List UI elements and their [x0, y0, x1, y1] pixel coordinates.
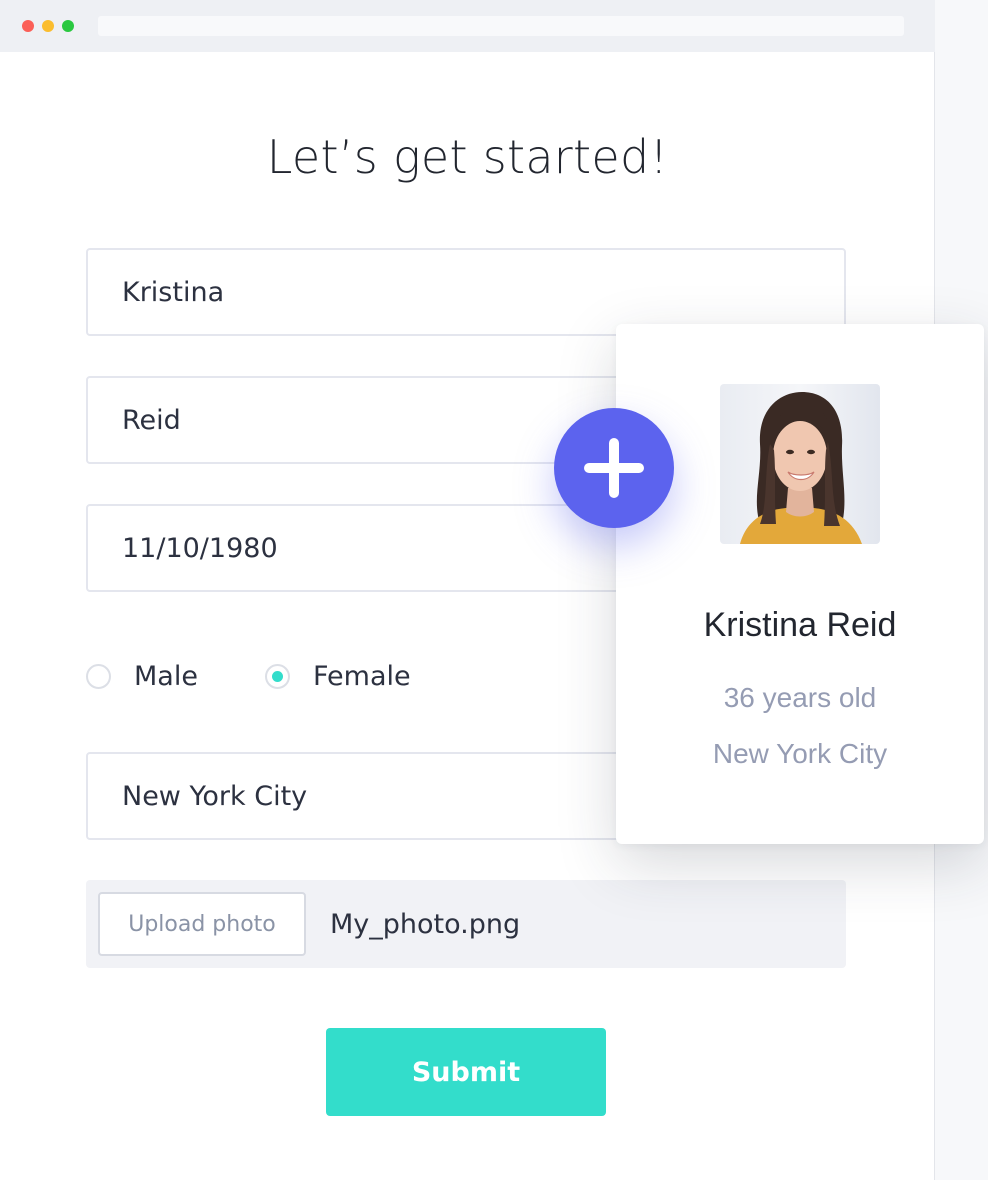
- first-name-input[interactable]: [122, 276, 844, 308]
- upload-photo-button[interactable]: Upload photo: [98, 892, 306, 956]
- gender-option-female[interactable]: Female: [265, 652, 411, 700]
- maximize-window-dot[interactable]: [62, 20, 74, 32]
- minimize-window-dot[interactable]: [42, 20, 54, 32]
- radio-checked-icon[interactable]: [265, 663, 290, 689]
- close-window-dot[interactable]: [22, 20, 34, 32]
- photo-upload-row: Upload photo My_photo.png: [86, 880, 846, 968]
- profile-city: New York City: [712, 738, 888, 769]
- address-bar[interactable]: [98, 16, 904, 36]
- profile-preview-card: Kristina Reid 36 years old New York City: [616, 324, 984, 844]
- submit-button[interactable]: Submit: [326, 1028, 606, 1116]
- profile-age: 36 years old: [723, 682, 877, 713]
- add-profile-button[interactable]: [554, 408, 674, 528]
- gender-option-male[interactable]: Male: [86, 652, 198, 700]
- titlebar: [0, 0, 935, 52]
- first-name-field[interactable]: [86, 248, 846, 336]
- profile-name: Kristina Reid: [703, 606, 897, 644]
- uploaded-filename: My_photo.png: [330, 908, 521, 940]
- gender-label-male: Male: [134, 660, 198, 692]
- page-title: Let’s get started!: [266, 130, 669, 184]
- profile-photo-image: [720, 384, 880, 544]
- gender-label-female: Female: [313, 660, 411, 692]
- profile-photo: [720, 384, 880, 544]
- radio-unchecked-icon[interactable]: [86, 663, 111, 689]
